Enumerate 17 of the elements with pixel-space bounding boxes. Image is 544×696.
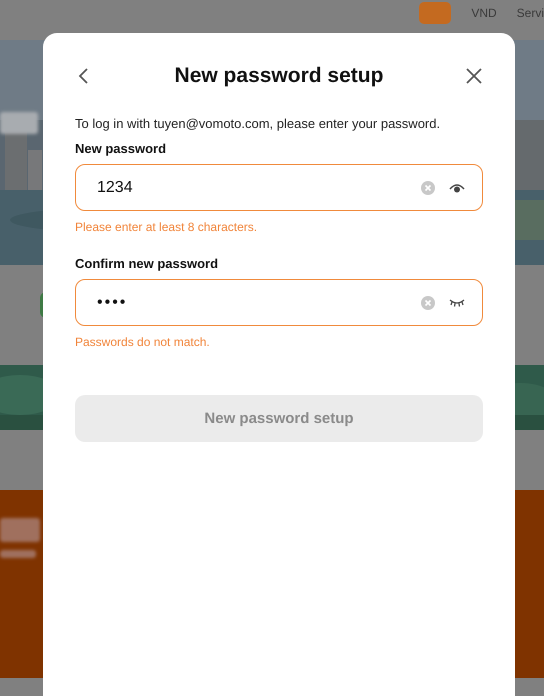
field-label: New password bbox=[75, 141, 168, 156]
error-message: Please enter at least 8 characters. bbox=[75, 220, 258, 234]
menu-item[interactable]: Servi bbox=[516, 6, 544, 20]
blurred-subline bbox=[0, 550, 36, 558]
blurred-headline bbox=[0, 112, 38, 134]
blurred-headline bbox=[0, 518, 40, 542]
field-label: Confirm new password bbox=[75, 256, 220, 271]
password-field[interactable]: 1234 bbox=[75, 164, 483, 211]
close-icon bbox=[464, 67, 483, 85]
closed-eye-icon[interactable] bbox=[449, 298, 465, 308]
eye-icon[interactable] bbox=[449, 182, 465, 192]
currency-label[interactable]: VND bbox=[471, 6, 497, 20]
password-field[interactable]: •••• bbox=[75, 279, 483, 326]
dialog-title: New password setup bbox=[174, 64, 384, 88]
error-message: Passwords do not match. bbox=[75, 335, 211, 349]
close-button[interactable] bbox=[464, 67, 483, 85]
intro-text: To log in with tuyen@vomoto.com, please enter your password. bbox=[75, 116, 442, 131]
